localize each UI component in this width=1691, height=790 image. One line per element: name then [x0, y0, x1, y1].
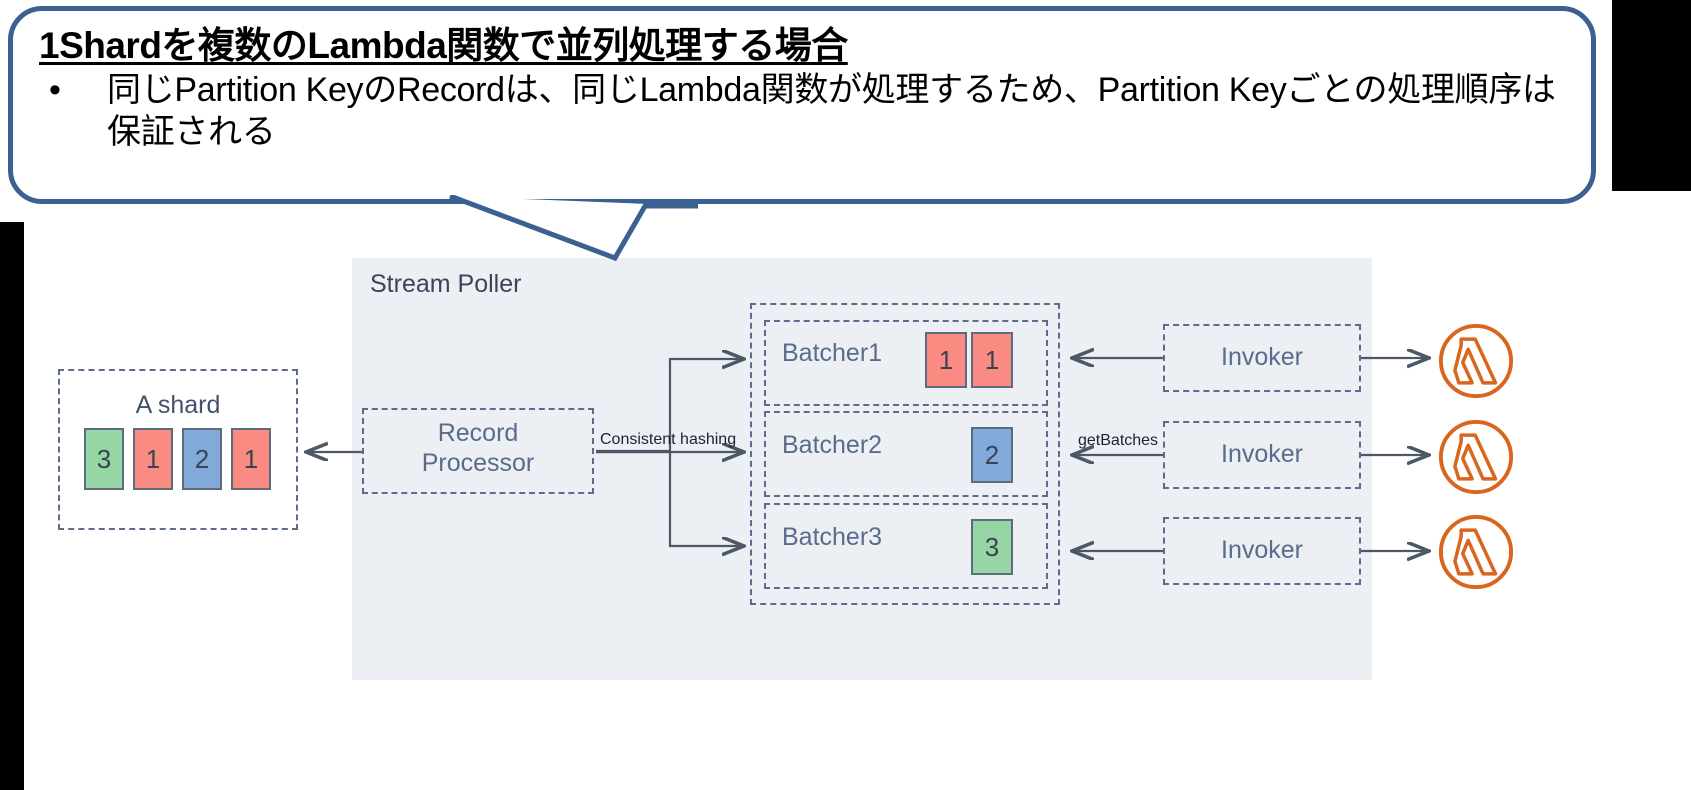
batcher3-record-0: 3: [971, 519, 1013, 575]
batcher1-record-0: 1: [925, 332, 967, 388]
aws-lambda-icon: [1438, 419, 1514, 495]
shard-record-0: 3: [84, 428, 124, 490]
callout-tail: [446, 186, 698, 262]
consistent-hashing-edge-label: Consistent hashing: [600, 431, 737, 448]
record-processor-line2: Processor: [421, 448, 535, 477]
shard-record-1: 1: [133, 428, 173, 490]
record-processor-line1: Record: [437, 419, 519, 447]
batcher1-record-1: 1: [971, 332, 1013, 388]
batcher2-record-0: 2: [971, 427, 1013, 483]
get-batches-edge-label: getBatches: [1078, 432, 1159, 449]
a-shard-label: A shard: [135, 391, 221, 419]
callout-bullet-text: 同じPartition KeyのRecordは、同じLambda関数が処理するた…: [107, 71, 1556, 151]
callout-bullet-row: • 同じPartition KeyのRecordは、同じLambda関数が処理す…: [39, 70, 1565, 153]
batcher3-label: Batcher3: [782, 523, 883, 551]
record-processor-label: Record Processor: [362, 419, 594, 478]
bullet-marker-icon: •: [49, 71, 61, 110]
shard-record-2: 2: [182, 428, 222, 490]
shard-record-3: 1: [231, 428, 271, 490]
aws-lambda-icon: [1438, 514, 1514, 590]
invoker1-label: Invoker: [1221, 343, 1303, 371]
aws-lambda-icon: [1438, 323, 1514, 399]
batcher1-label: Batcher1: [782, 339, 883, 367]
callout-title: 1Shardを複数のLambda関数で並列処理する場合: [39, 25, 848, 66]
callout-balloon: 1Shardを複数のLambda関数で並列処理する場合 • 同じPartitio…: [8, 6, 1596, 204]
batcher2-label: Batcher2: [782, 431, 883, 459]
invoker2-label: Invoker: [1221, 440, 1303, 468]
invoker3-label: Invoker: [1221, 536, 1303, 564]
